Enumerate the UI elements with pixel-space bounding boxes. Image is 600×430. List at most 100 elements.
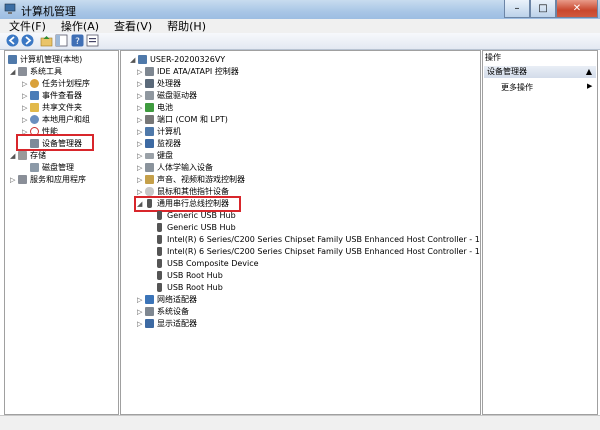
close-button[interactable]: ✕ — [556, 0, 598, 18]
minimize-button[interactable]: – — [504, 0, 530, 18]
actions-section-device-manager[interactable]: 设备管理器 ▲ — [484, 66, 596, 78]
device-category[interactable]: ▷ 端口 (COM 和 LPT) — [137, 114, 228, 126]
usb-device-label: USB Root Hub — [167, 283, 223, 292]
collapse-section-icon[interactable]: ▲ — [586, 66, 592, 78]
tree-item-disk-management[interactable]: 磁盘管理 — [30, 162, 74, 174]
usb-device-item[interactable]: Intel(R) 6 Series/C200 Series Chipset Fa… — [155, 234, 481, 246]
device-category-label: 系统设备 — [157, 307, 189, 316]
tree-item-storage[interactable]: ◢ 存储 — [10, 150, 46, 162]
device-category[interactable]: ▷ 电池 — [137, 102, 173, 114]
expand-arrow-icon[interactable]: ▷ — [137, 174, 145, 186]
device-category[interactable]: ▷ 监视器 — [137, 138, 181, 150]
device-category-label: 磁盘驱动器 — [157, 91, 197, 100]
expand-arrow-icon[interactable]: ▷ — [137, 78, 145, 90]
expand-arrow-icon[interactable]: ▷ — [22, 90, 30, 102]
usb-device-icon — [157, 247, 162, 256]
more-actions-link[interactable]: 更多操作 — [501, 82, 533, 93]
usb-device-item[interactable]: Generic USB Hub — [155, 210, 236, 222]
collapse-arrow-icon[interactable]: ◢ — [130, 54, 138, 66]
usb-device-item[interactable]: USB Composite Device — [155, 258, 259, 270]
menu-bar: 文件(F) 操作(A) 查看(V) 帮助(H) — [0, 19, 600, 33]
back-arrow-icon[interactable] — [6, 34, 19, 47]
tree-item-label: 共享文件夹 — [42, 103, 82, 112]
device-category-label: 网络适配器 — [157, 295, 197, 304]
help-icon[interactable]: ? — [71, 34, 84, 47]
collapse-arrow-icon[interactable]: ◢ — [10, 66, 18, 78]
services-icon — [18, 175, 27, 184]
device-category[interactable]: ▷ IDE ATA/ATAPI 控制器 — [137, 66, 239, 78]
tree-item-label: 磁盘管理 — [42, 163, 74, 172]
expand-arrow-icon[interactable]: ▷ — [137, 306, 145, 318]
expand-arrow-icon[interactable]: ▷ — [137, 294, 145, 306]
collapse-arrow-icon[interactable]: ◢ — [10, 150, 18, 162]
usb-device-item[interactable]: USB Root Hub — [155, 270, 223, 282]
expand-arrow-icon[interactable]: ▷ — [22, 114, 30, 126]
window-title: 计算机管理 — [21, 5, 76, 18]
usb-device-icon — [157, 271, 162, 280]
tree-item-event-viewer[interactable]: ▷ 事件查看器 — [22, 90, 82, 102]
forward-arrow-icon[interactable] — [21, 34, 34, 47]
device-category[interactable]: ▷ 显示适配器 — [137, 318, 197, 330]
show-hide-tree-icon[interactable] — [55, 34, 68, 47]
device-category-label: 端口 (COM 和 LPT) — [157, 115, 228, 124]
tree-item-shared-folders[interactable]: ▷ 共享文件夹 — [22, 102, 82, 114]
device-category-label: 计算机 — [157, 127, 181, 136]
tree-item-system-tools[interactable]: ◢ 系统工具 — [10, 66, 62, 78]
device-category[interactable]: ▷ 系统设备 — [137, 306, 189, 318]
status-bar — [0, 415, 600, 430]
usb-device-item[interactable]: USB Root Hub — [155, 282, 223, 294]
window-controls: – □ ✕ — [504, 0, 598, 18]
menu-help[interactable]: 帮助(H) — [158, 18, 212, 34]
tree-item-computer-management[interactable]: 计算机管理(本地) — [8, 54, 82, 66]
device-category[interactable]: ▷ 键盘 — [137, 150, 173, 162]
tools-icon — [18, 67, 27, 76]
usb-device-icon — [157, 211, 162, 220]
expand-arrow-icon[interactable]: ▷ — [22, 102, 30, 114]
tree-item-label: 存储 — [30, 151, 46, 160]
expand-arrow-icon[interactable]: ▷ — [137, 162, 145, 174]
mouse-icon — [145, 187, 154, 196]
tree-item-services-apps[interactable]: ▷ 服务和应用程序 — [10, 174, 86, 186]
expand-arrow-icon[interactable]: ▷ — [22, 78, 30, 90]
tree-item-label: 系统工具 — [30, 67, 62, 76]
menu-file[interactable]: 文件(F) — [0, 18, 52, 34]
expand-arrow-icon[interactable]: ▷ — [10, 174, 18, 186]
device-category[interactable]: ▷ 计算机 — [137, 126, 181, 138]
usb-device-item[interactable]: Generic USB Hub — [155, 222, 236, 234]
tree-item-task-scheduler[interactable]: ▷ 任务计划程序 — [22, 78, 90, 90]
menu-action[interactable]: 操作(A) — [52, 18, 105, 34]
device-category[interactable]: ▷ 人体学输入设备 — [137, 162, 213, 174]
expand-arrow-icon[interactable]: ▷ — [137, 138, 145, 150]
tree-item-label: 事件查看器 — [42, 91, 82, 100]
device-category-label: 人体学输入设备 — [157, 163, 213, 172]
device-category[interactable]: ▷ 网络适配器 — [137, 294, 197, 306]
sound-icon — [145, 175, 154, 184]
monitor-icon — [145, 139, 154, 148]
expand-arrow-icon[interactable]: ▷ — [137, 90, 145, 102]
device-category[interactable]: ▷ 处理器 — [137, 78, 181, 90]
usb-device-label: Intel(R) 6 Series/C200 Series Chipset Fa… — [167, 235, 481, 244]
usb-device-label: USB Root Hub — [167, 271, 223, 280]
keyboard-icon — [145, 153, 154, 159]
expand-arrow-icon[interactable]: ▷ — [137, 318, 145, 330]
device-category[interactable]: ▷ 声音、视频和游戏控制器 — [137, 174, 245, 186]
usb-device-item[interactable]: Intel(R) 6 Series/C200 Series Chipset Fa… — [155, 246, 480, 258]
title-bar[interactable]: 计算机管理 – □ ✕ — [0, 0, 600, 19]
tree-item-local-users[interactable]: ▷ 本地用户和组 — [22, 114, 90, 126]
device-tree-root[interactable]: ◢ USER-20200326VY — [130, 54, 225, 66]
maximize-button[interactable]: □ — [530, 0, 556, 18]
system-device-icon — [145, 307, 154, 316]
main-area: 计算机管理(本地) ◢ 系统工具 ▷ 任务计划程序 ▷ 事件查看器 ▷ 共享文件夹 ▷ 本… — [0, 50, 600, 415]
properties-icon[interactable] — [86, 34, 99, 47]
up-folder-icon[interactable] — [40, 34, 53, 47]
usb-device-icon — [157, 223, 162, 232]
expand-arrow-icon[interactable]: ▷ — [137, 66, 145, 78]
tree-item-label: 计算机管理(本地) — [20, 55, 83, 64]
expand-arrow-icon[interactable]: ▷ — [137, 150, 145, 162]
submenu-arrow-icon: ▶ — [587, 82, 593, 90]
expand-arrow-icon[interactable]: ▷ — [137, 102, 145, 114]
expand-arrow-icon[interactable]: ▷ — [137, 114, 145, 126]
menu-view[interactable]: 查看(V) — [105, 18, 158, 34]
device-category[interactable]: ▷ 磁盘驱动器 — [137, 90, 197, 102]
expand-arrow-icon[interactable]: ▷ — [137, 126, 145, 138]
